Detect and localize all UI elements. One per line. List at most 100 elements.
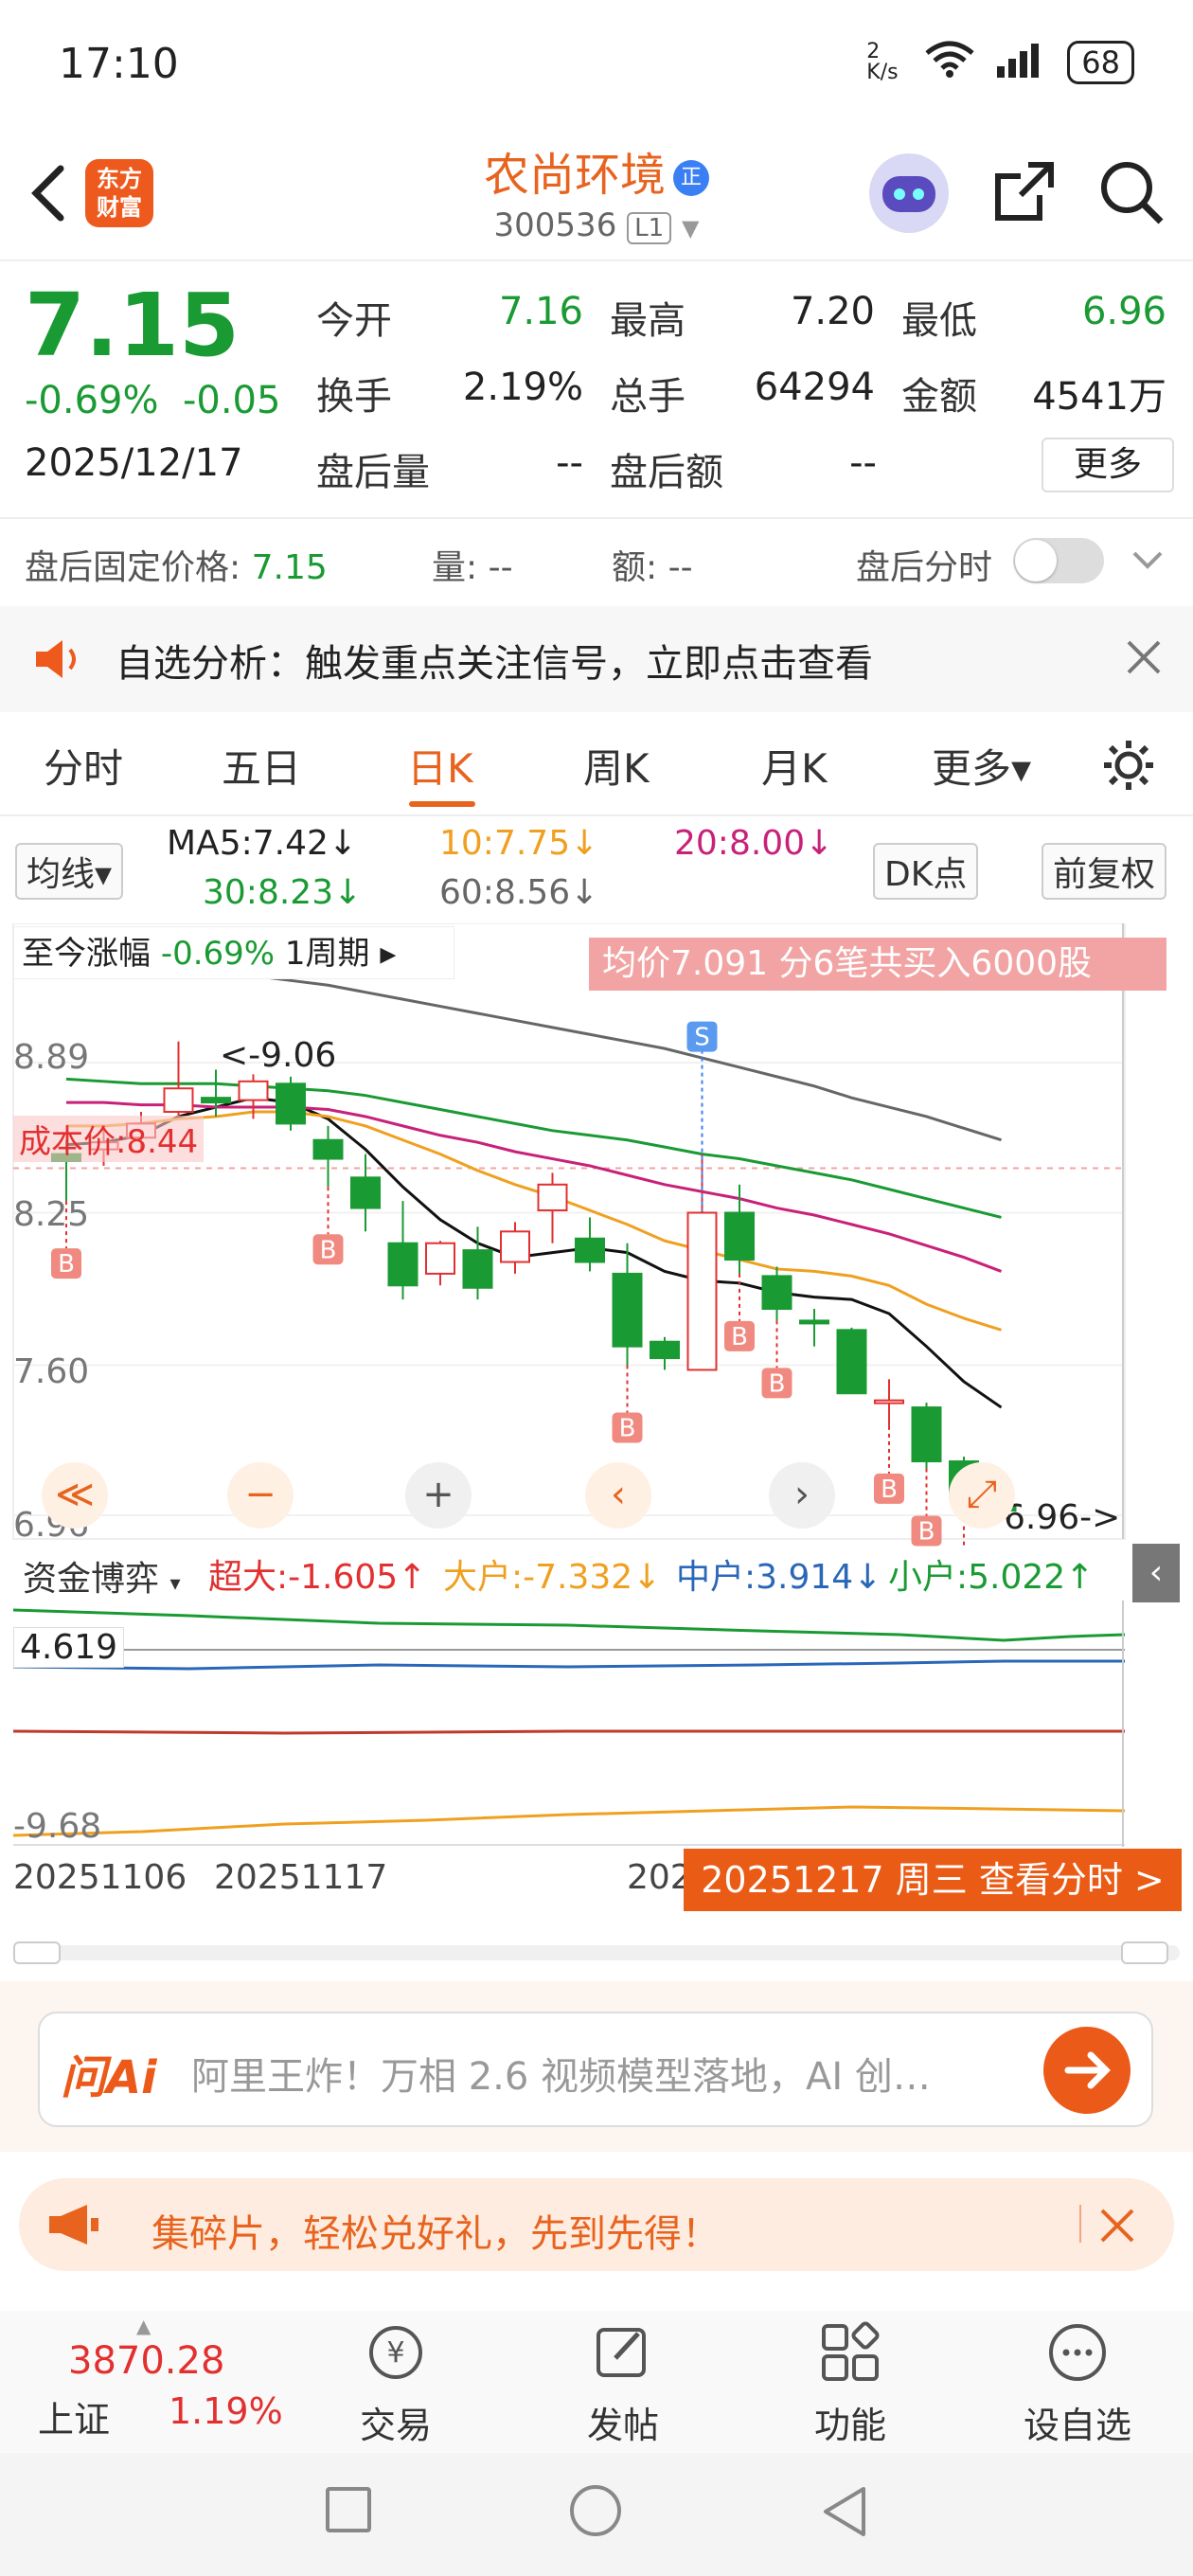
ma-line-ma10 bbox=[66, 1110, 1002, 1332]
volume-label: 总手 bbox=[610, 375, 686, 419]
buy-marker-label: B bbox=[731, 1323, 748, 1351]
fund-select[interactable]: 资金博弈 ▾ bbox=[13, 1549, 190, 1602]
open-label: 今开 bbox=[316, 299, 392, 343]
fixed-price: 盘后固定价格: 7.15 bbox=[25, 548, 328, 587]
y-label-top: 8.89 bbox=[13, 1038, 90, 1077]
wifi-icon bbox=[923, 40, 976, 84]
signal-icon bbox=[995, 40, 1048, 84]
x-label-start: 20251106 bbox=[13, 1858, 187, 1897]
after-timeshare-label: 盘后分时 bbox=[856, 548, 993, 587]
arrow-right-icon[interactable] bbox=[1043, 2027, 1131, 2114]
candle-body bbox=[724, 1211, 755, 1261]
candle-body bbox=[911, 1406, 942, 1463]
chart-scrollbar[interactable] bbox=[13, 1945, 1180, 1960]
net-speed: 2 K/s bbox=[866, 39, 899, 84]
candle-body bbox=[201, 1097, 231, 1104]
after-amount-value: -- bbox=[849, 441, 877, 485]
speaker-icon bbox=[32, 636, 85, 686]
search-icon[interactable] bbox=[1096, 157, 1165, 225]
robot-assistant-icon[interactable] bbox=[869, 153, 949, 233]
since-change-box[interactable]: 至今涨幅 -0.69% 1周期 ▸ bbox=[13, 926, 454, 979]
kline-chart[interactable]: BBBBBBBBS bbox=[0, 923, 1193, 1548]
tab-weekly-k[interactable]: 周K bbox=[583, 737, 650, 795]
scrollbar-left-handle[interactable] bbox=[13, 1941, 61, 1964]
low-label: 最低 bbox=[901, 299, 977, 343]
candle-body bbox=[686, 1211, 718, 1371]
nav-add-watchlist[interactable]: 设自选 bbox=[1002, 2396, 1153, 2448]
fund-y-top: 4.619 bbox=[13, 1627, 125, 1668]
fund-chart bbox=[12, 1601, 1126, 1847]
function-grid-icon[interactable] bbox=[816, 2318, 884, 2387]
back-nav-icon[interactable] bbox=[818, 2483, 871, 2544]
gear-icon[interactable] bbox=[1100, 737, 1157, 797]
ma20-label: 20:8.00↓ bbox=[674, 824, 834, 863]
nav-function[interactable]: 功能 bbox=[775, 2396, 926, 2448]
view-timeshare-button[interactable]: 20251217 周三 查看分时 > bbox=[684, 1849, 1182, 1911]
candle-body bbox=[575, 1237, 605, 1263]
index-name[interactable]: 上证 bbox=[38, 2390, 110, 2442]
ma5-label: MA5:7.42↓ bbox=[167, 824, 358, 863]
zoom-in-button[interactable]: + bbox=[405, 1462, 472, 1529]
fund-y-bottom: -9.68 bbox=[13, 1807, 102, 1846]
share-icon[interactable] bbox=[990, 157, 1059, 225]
tab-more[interactable]: 更多▾ bbox=[932, 737, 1031, 795]
tab-timeshare[interactable]: 分时 bbox=[44, 737, 123, 795]
fund-line bbox=[12, 1729, 1125, 1735]
candle-body bbox=[836, 1329, 867, 1395]
close-icon[interactable] bbox=[1125, 638, 1163, 680]
tab-daily-k[interactable]: 日K bbox=[407, 737, 473, 795]
status-icons: 2 K/s 68 bbox=[866, 40, 1134, 84]
trade-icon[interactable]: ¥ bbox=[362, 2318, 430, 2387]
post-icon[interactable] bbox=[589, 2318, 657, 2387]
ma10-label: 10:7.75↓ bbox=[439, 824, 599, 863]
high-marker: <-9.06 bbox=[220, 1036, 337, 1075]
index-up-arrow: ▲ bbox=[136, 2315, 151, 2337]
promo-divider bbox=[1079, 2205, 1081, 2243]
candle-body bbox=[537, 1183, 568, 1212]
candle-body bbox=[425, 1242, 455, 1275]
promo-text[interactable]: 集碎片，轻松兑好礼，先到先得！ bbox=[151, 2203, 720, 2258]
nav-post[interactable]: 发帖 bbox=[547, 2396, 699, 2448]
ma60-label: 60:8.56↓ bbox=[439, 873, 599, 912]
chevron-down-icon[interactable] bbox=[1129, 542, 1166, 583]
ai-prompt-text[interactable]: 阿里王炸！万相 2.6 视频模型落地，AI 创… bbox=[191, 2046, 931, 2101]
fund-line bbox=[12, 1659, 1125, 1671]
index-value[interactable]: 3870.28 bbox=[68, 2339, 224, 2383]
scrollbar-right-handle[interactable] bbox=[1121, 1941, 1168, 1964]
fund-super: 超大:-1.605↑ bbox=[208, 1558, 427, 1597]
sell-marker-label: S bbox=[694, 1024, 710, 1052]
recents-icon[interactable] bbox=[326, 2487, 371, 2532]
dk-point-select[interactable]: DK点 bbox=[873, 843, 979, 900]
low-value: 6.96 bbox=[1081, 290, 1166, 333]
fullscreen-button[interactable]: ⤢ bbox=[949, 1462, 1015, 1529]
after-timeshare-toggle[interactable] bbox=[1013, 538, 1104, 583]
candle-body bbox=[500, 1230, 530, 1263]
last-price: 7.15 bbox=[25, 275, 240, 376]
more-button[interactable]: 更多 bbox=[1042, 438, 1174, 492]
add-watchlist-icon[interactable] bbox=[1043, 2318, 1112, 2387]
tab-monthly-k[interactable]: 月K bbox=[761, 737, 828, 795]
fund-small: 小户:5.022↑ bbox=[888, 1558, 1095, 1597]
home-icon[interactable] bbox=[570, 2485, 621, 2536]
rewind-fast-button[interactable]: ≪ bbox=[42, 1462, 108, 1529]
notice-text[interactable]: 自选分析：触发重点关注信号，立即点击查看 bbox=[116, 633, 873, 688]
zoom-out-button[interactable]: − bbox=[227, 1462, 294, 1529]
adjust-select[interactable]: 前复权 bbox=[1042, 843, 1167, 900]
amount-label: 金额 bbox=[901, 375, 977, 419]
scroll-right-button[interactable]: › bbox=[769, 1462, 835, 1529]
scroll-left-button[interactable]: ‹ bbox=[585, 1462, 651, 1529]
fund-line bbox=[12, 1608, 1126, 1642]
promo-close-icon[interactable] bbox=[1098, 2207, 1136, 2248]
ma-type-select[interactable]: 均线▾ bbox=[15, 843, 124, 900]
nav-trade[interactable]: 交易 bbox=[320, 2396, 472, 2448]
turnover-label: 换手 bbox=[316, 375, 392, 419]
after-amt: 额: -- bbox=[612, 548, 693, 587]
candle-body bbox=[312, 1138, 344, 1160]
candle-body bbox=[387, 1242, 418, 1287]
y-label-mid: 8.25 bbox=[13, 1195, 90, 1234]
collapse-panel-icon[interactable]: ‹ bbox=[1132, 1544, 1180, 1602]
tab-five-day[interactable]: 五日 bbox=[222, 737, 301, 795]
candle-body bbox=[612, 1272, 643, 1348]
chart-frame bbox=[12, 923, 1126, 1540]
index-pct[interactable]: 1.19% bbox=[169, 2390, 283, 2432]
